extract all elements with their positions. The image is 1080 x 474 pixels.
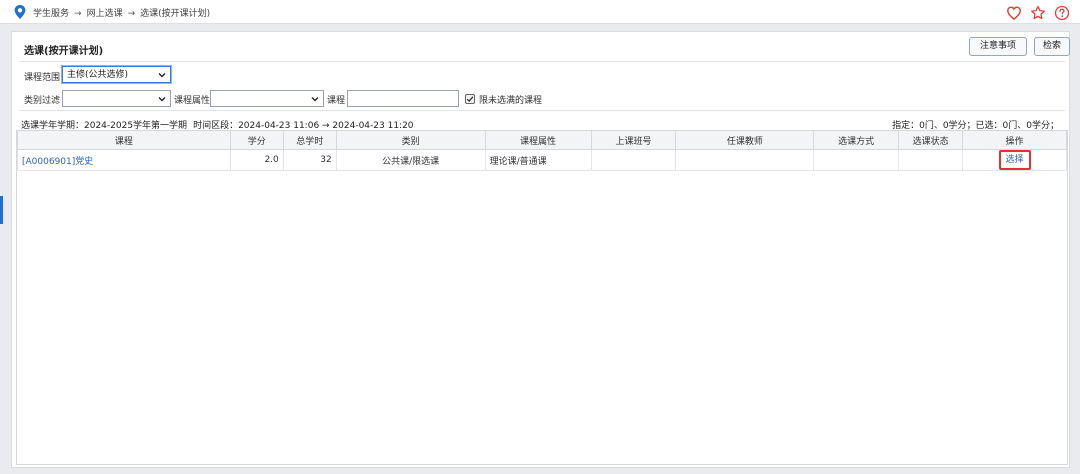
category-cell: 公共课/限选课	[335, 149, 486, 171]
course-search-input[interactable]	[347, 90, 459, 107]
header-divider	[19, 61, 1065, 62]
top-icon-group	[1006, 4, 1070, 22]
course-cell: [A0006901]党史	[17, 149, 231, 171]
hours-cell: 32	[282, 149, 337, 171]
column-header: 课程属性	[484, 130, 592, 150]
left-accent-bar	[0, 196, 3, 224]
course-table-container: 课程 学分 总学时 类别 课程属性 上课班号 任课教师 选课方式 选课状态 操作…	[16, 130, 1068, 465]
top-bar: 学生服务 → 网上选课 → 选课(按开课计划)	[0, 0, 1080, 24]
course-attribute-label: 课程属性	[174, 96, 211, 106]
select-course-button[interactable]: 选择	[998, 150, 1031, 170]
column-header: 操作	[962, 130, 1067, 150]
location-pin-icon	[14, 5, 26, 19]
table-row: [A0006901]党史 2.0 32 公共课/限选课 理论课/普通课 选择	[17, 149, 1067, 171]
limit-unfilled-checkbox[interactable]	[465, 94, 475, 104]
checkmark-icon	[466, 96, 474, 103]
course-attribute-select[interactable]	[210, 90, 324, 107]
credits-cell: 2.0	[229, 149, 284, 171]
teacher-cell	[675, 149, 815, 171]
selection-method-cell	[813, 149, 900, 171]
help-icon[interactable]	[1054, 5, 1070, 21]
column-header: 课程	[17, 130, 231, 150]
chevron-down-icon	[311, 97, 319, 102]
notes-button[interactable]: 注意事项	[969, 37, 1027, 56]
column-header: 总学时	[282, 130, 337, 150]
course-scope-label: 课程范围	[24, 73, 61, 83]
category-filter-select[interactable]	[62, 90, 171, 107]
column-header: 类别	[335, 130, 486, 150]
page-title: 选课(按开课计划)	[24, 46, 104, 57]
breadcrumb-item-online-course-selection[interactable]: 网上选课	[87, 6, 123, 19]
heart-icon[interactable]	[1006, 5, 1022, 21]
star-icon[interactable]	[1030, 5, 1046, 21]
course-scope-value: 主修(公共选修)	[67, 70, 129, 80]
chevron-down-icon	[158, 73, 166, 78]
breadcrumb: 学生服务 → 网上选课 → 选课(按开课计划)	[33, 6, 210, 19]
filter-divider	[19, 110, 1065, 111]
course-selection-panel: 选课(按开课计划) 注意事项 检索 课程范围 主修(公共选修) 类别过滤 课程属…	[11, 31, 1070, 468]
table-header-row: 课程 学分 总学时 类别 课程属性 上课班号 任课教师 选课方式 选课状态 操作	[17, 130, 1067, 150]
breadcrumb-separator: →	[74, 9, 82, 19]
breadcrumb-item-current: 选课(按开课计划)	[140, 9, 211, 19]
category-filter-label: 类别过滤	[24, 96, 61, 106]
course-table: 课程 学分 总学时 类别 课程属性 上课班号 任课教师 选课方式 选课状态 操作…	[17, 130, 1067, 171]
column-header: 上课班号	[590, 130, 677, 150]
breadcrumb-item-student-services[interactable]: 学生服务	[33, 6, 69, 19]
table-empty-area	[17, 170, 1067, 464]
column-header: 学分	[229, 130, 284, 150]
chevron-down-icon	[158, 97, 166, 102]
course-link[interactable]: [A0006901]党史	[22, 157, 93, 167]
course-label: 课程	[327, 96, 346, 106]
course-scope-select[interactable]: 主修(公共选修)	[62, 66, 171, 83]
limit-unfilled-label: 限未选满的课程	[479, 96, 543, 106]
breadcrumb-separator: →	[127, 9, 136, 19]
search-button[interactable]: 检索	[1034, 37, 1070, 56]
class-number-cell	[590, 149, 677, 171]
column-header: 任课教师	[675, 130, 815, 150]
action-cell: 选择	[962, 149, 1067, 171]
column-header: 选课状态	[898, 130, 964, 150]
column-header: 选课方式	[813, 130, 900, 150]
attribute-cell: 理论课/普通课	[484, 149, 592, 171]
selection-status-cell	[898, 149, 964, 171]
